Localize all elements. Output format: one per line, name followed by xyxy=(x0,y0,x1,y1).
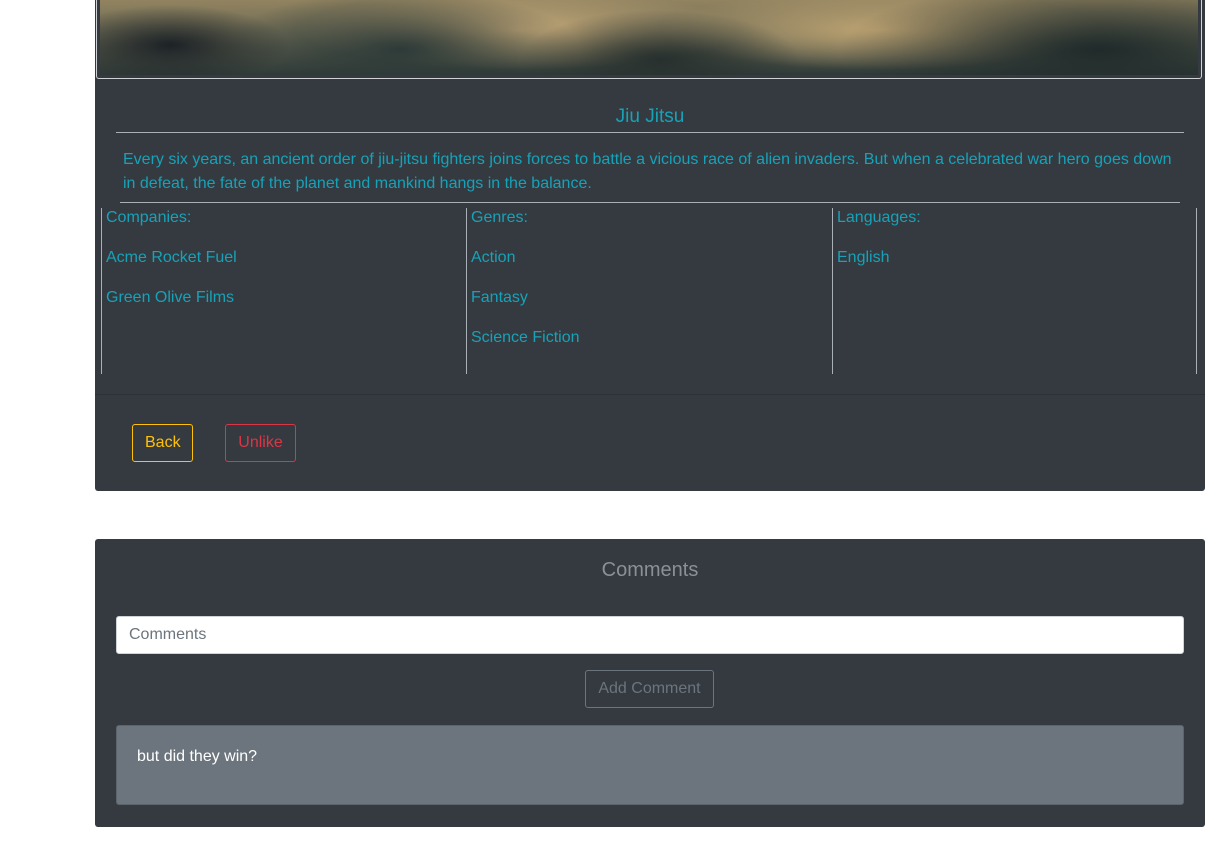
comment-text: but did they win? xyxy=(137,748,258,765)
genres-label: Genres: xyxy=(471,209,528,226)
genre-item: Action xyxy=(471,249,516,266)
movie-detail-card: Jiu Jitsu Every six years, an ancient or… xyxy=(95,0,1205,491)
comment-item: but did they win? xyxy=(116,725,1184,805)
companies-label: Companies: xyxy=(106,209,192,226)
comment-input[interactable] xyxy=(116,616,1184,654)
add-comment-button[interactable]: Add Comment xyxy=(585,670,714,708)
description-divider xyxy=(120,202,1180,203)
movie-title: Jiu Jitsu xyxy=(615,106,685,127)
card-footer-divider xyxy=(95,394,1205,395)
title-divider xyxy=(116,132,1184,133)
back-button[interactable]: Back xyxy=(132,424,193,462)
company-item: Acme Rocket Fuel xyxy=(106,249,237,266)
movie-poster xyxy=(96,0,1202,79)
languages-label: Languages: xyxy=(837,209,921,226)
languages-column: Languages: English xyxy=(832,208,1197,374)
poster-image xyxy=(100,0,1198,75)
unlike-button[interactable]: Unlike xyxy=(225,424,296,462)
movie-description: Every six years, an ancient order of jiu… xyxy=(123,151,1172,192)
comments-card: Comments Add Comment but did they win? xyxy=(95,539,1205,827)
genre-item: Fantasy xyxy=(471,289,528,306)
comments-heading: Comments xyxy=(601,559,699,581)
company-item: Green Olive Films xyxy=(106,289,235,306)
companies-column: Companies: Acme Rocket Fuel Green Olive … xyxy=(101,208,466,374)
genre-item: Science Fiction xyxy=(471,329,580,346)
language-item: English xyxy=(837,249,890,266)
genres-column: Genres: Action Fantasy Science Fiction xyxy=(466,208,831,374)
